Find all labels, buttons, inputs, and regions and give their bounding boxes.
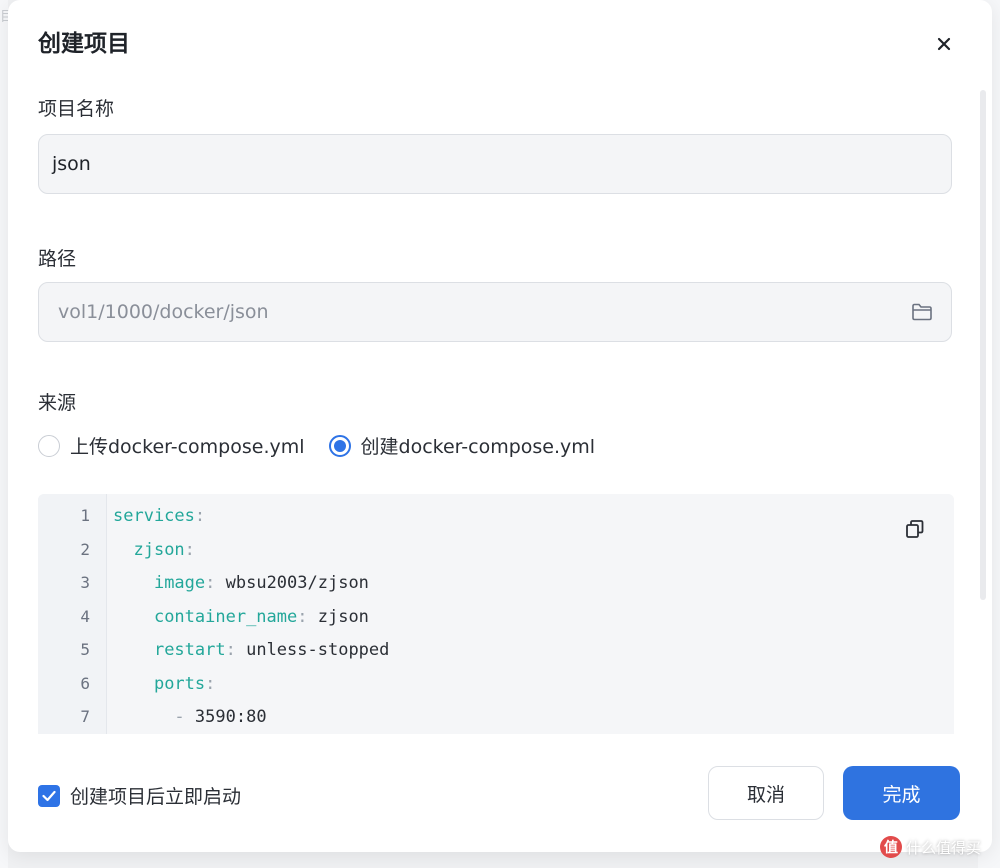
checkmark-icon [42,790,56,801]
close-button[interactable] [928,28,960,60]
code-value: zjson [317,606,369,627]
project-name-label: 项目名称 [38,98,115,120]
code-punct: : [194,506,206,526]
code-line: services: [113,506,205,526]
done-button[interactable]: 完成 [843,766,960,820]
code-value: unless-stopped [246,640,390,660]
code-key: ports [153,673,206,694]
compose-code-editor[interactable]: 1 services: 2 zjson: 3 image: wbsu2003/zjso… [38,494,954,734]
close-icon [937,37,951,51]
dialog-title: 创建项目 [38,31,130,57]
radio-button-unchecked [38,434,60,457]
code-line: container_name: zjson [113,607,369,627]
line-number: 4 [80,606,90,626]
code-key: restart [153,640,226,660]
line-number: 7 [80,707,90,726]
source-label: 来源 [38,392,77,414]
code-line: - 3590:80 [113,707,267,727]
copy-icon[interactable] [904,518,926,540]
path-label: 路径 [38,248,77,270]
code-key: image [153,573,206,593]
code-punct: : [297,606,318,627]
folder-icon[interactable] [911,302,933,322]
code-punct: : [205,673,216,694]
project-name-input[interactable]: json [38,134,952,194]
autostart-checkbox[interactable] [38,784,60,807]
autostart-checkbox-row[interactable]: 创建项目后立即启动 [38,782,241,809]
code-punct: : [225,640,247,660]
code-value: wbsu2003/zjson [225,573,369,593]
code-value: 3590:80 [194,707,267,727]
radio-create-compose[interactable]: 创建docker-compose.yml [328,432,596,459]
code-punct: : [184,539,195,560]
dialog-scrollbar[interactable] [980,90,986,600]
path-value: vol1/1000/docker/json [58,301,269,323]
watermark-logo-icon: 值 [880,836,902,858]
project-name-value: json [52,153,91,175]
radio-upload-compose[interactable]: 上传docker-compose.yml [38,432,305,459]
watermark-text: 什么值得买 [906,838,982,857]
code-line: ports: [113,674,215,694]
line-number: 5 [80,640,90,659]
code-key: services [113,506,195,526]
autostart-label: 创建项目后立即启动 [70,786,242,808]
code-punct: : [205,573,226,593]
radio-create-label: 创建docker-compose.yml [360,436,596,458]
line-number: 6 [80,673,90,693]
line-number: 3 [80,573,90,592]
code-punct: - [174,707,195,727]
code-key: container_name [153,606,298,627]
cancel-button[interactable]: 取消 [708,766,824,820]
line-number: 1 [80,506,90,525]
line-number: 2 [80,539,90,559]
path-input[interactable]: vol1/1000/docker/json [38,282,952,342]
source-radio-group: 上传docker-compose.yml 创建docker-compose.ym… [38,432,619,459]
code-line: zjson: [113,539,195,560]
radio-upload-label: 上传docker-compose.yml [70,436,305,458]
code-line: image: wbsu2003/zjson [113,573,369,593]
radio-button-checked [328,434,351,457]
watermark: 值 什么值得买 [880,836,981,858]
code-line: restart: unless-stopped [113,640,389,660]
create-project-dialog: 创建项目 项目名称 json 路径 vol1/1000/docker/json … [8,0,992,852]
background-app-left: 目 [0,0,14,868]
code-key: zjson [133,539,185,560]
